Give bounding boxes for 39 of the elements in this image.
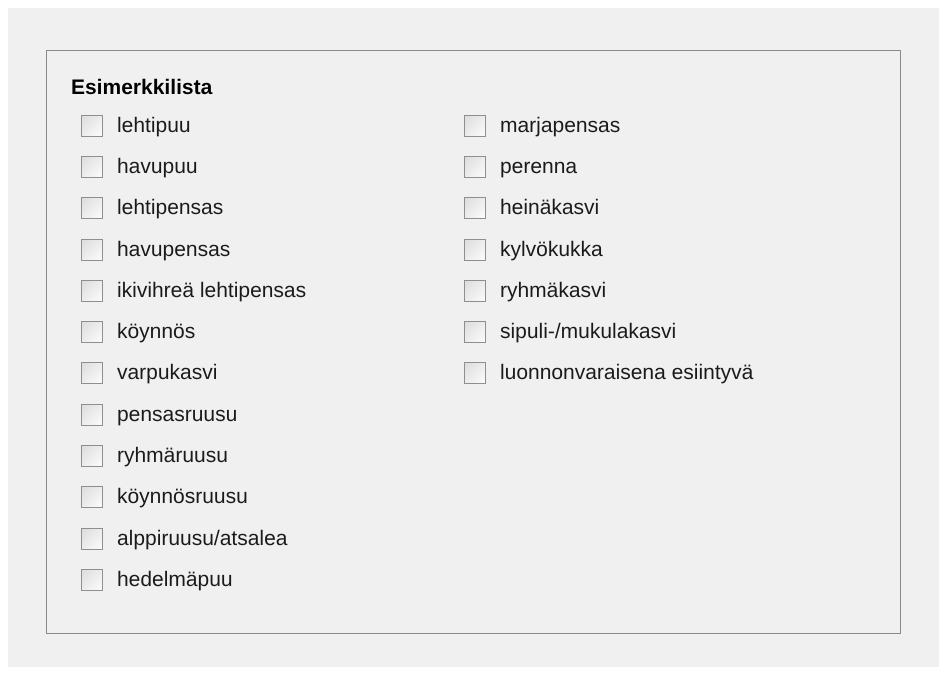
- checkbox[interactable]: [464, 156, 486, 178]
- checkbox-label: perenna: [500, 154, 578, 179]
- checkbox[interactable]: [464, 362, 486, 384]
- checkbox[interactable]: [81, 528, 103, 550]
- checkbox-label: ryhmäkasvi: [500, 278, 606, 303]
- checkbox-label: köynnösruusu: [117, 485, 248, 510]
- checkbox-label: kylvökukka: [500, 238, 603, 262]
- checkbox-label: lehtipensas: [117, 196, 224, 220]
- checkbox-label: sipuli-/mukulakasvi: [500, 320, 676, 344]
- checkbox[interactable]: [81, 114, 103, 137]
- checkbox-label: luonnonvaraisena esiintyvä: [500, 361, 754, 386]
- checkbox-label: havupensas: [117, 238, 230, 262]
- checkbox-label: marjapensas: [500, 114, 620, 138]
- checkbox-label: ryhmäruusu: [117, 444, 228, 468]
- checkbox[interactable]: [81, 197, 103, 220]
- group-title: Esimerkkilista: [71, 75, 214, 101]
- checkbox[interactable]: [81, 445, 103, 468]
- checkbox[interactable]: [81, 321, 103, 344]
- checkbox[interactable]: [464, 238, 486, 261]
- checkbox[interactable]: [81, 362, 103, 384]
- checkbox[interactable]: [81, 238, 103, 261]
- checkbox-label: heinäkasvi: [500, 196, 600, 220]
- checkbox-label: varpukasvi: [117, 361, 218, 386]
- checkbox[interactable]: [81, 404, 103, 426]
- checkbox[interactable]: [81, 568, 103, 591]
- checkbox[interactable]: [464, 197, 486, 220]
- checkbox[interactable]: [464, 321, 486, 344]
- checkbox[interactable]: [81, 280, 103, 302]
- checkbox-label: köynnös: [117, 320, 196, 344]
- checkbox-label: alppiruusu/atsalea: [117, 526, 288, 551]
- checkbox[interactable]: [464, 280, 486, 302]
- checkbox[interactable]: [464, 114, 486, 137]
- checkbox-label: ikivihreä lehtipensas: [117, 278, 306, 303]
- checkbox-label: havupuu: [117, 154, 198, 179]
- checkbox-label: lehtipuu: [117, 114, 191, 138]
- checkbox-label: hedelmäpuu: [117, 568, 233, 592]
- checkbox-label: pensasruusu: [117, 402, 238, 427]
- checkbox[interactable]: [81, 156, 103, 178]
- checkbox[interactable]: [81, 486, 103, 508]
